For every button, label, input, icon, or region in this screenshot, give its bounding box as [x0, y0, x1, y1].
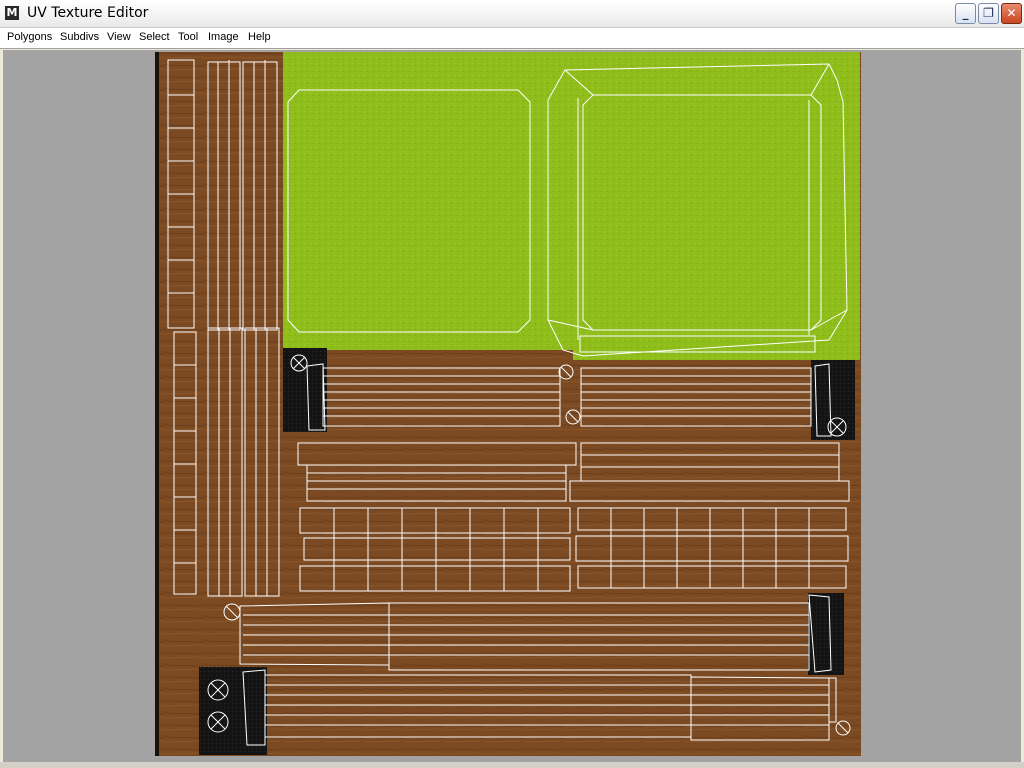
- menu-help[interactable]: Help: [248, 31, 271, 43]
- menu-view[interactable]: View: [107, 31, 131, 43]
- maximize-button[interactable]: ❐: [978, 3, 999, 24]
- app-logo-icon: M: [5, 6, 19, 20]
- menu-image[interactable]: Image: [208, 31, 239, 43]
- minimize-button[interactable]: _: [955, 3, 976, 24]
- status-strip: [0, 762, 1024, 768]
- menu-select[interactable]: Select: [139, 31, 170, 43]
- texture-image: [155, 52, 861, 756]
- menu-polygons[interactable]: Polygons: [7, 31, 52, 43]
- window-title: UV Texture Editor: [27, 5, 149, 21]
- menu-bar: Polygons Subdivs View Select Tool Image …: [0, 28, 1024, 49]
- menu-tool[interactable]: Tool: [178, 31, 198, 43]
- close-button[interactable]: ✕: [1001, 3, 1022, 24]
- menu-subdivs[interactable]: Subdivs: [60, 31, 99, 43]
- uv-viewport[interactable]: [3, 50, 1021, 762]
- uv-texture-canvas[interactable]: [3, 50, 1021, 762]
- title-bar: M UV Texture Editor _ ❐ ✕: [0, 0, 1024, 28]
